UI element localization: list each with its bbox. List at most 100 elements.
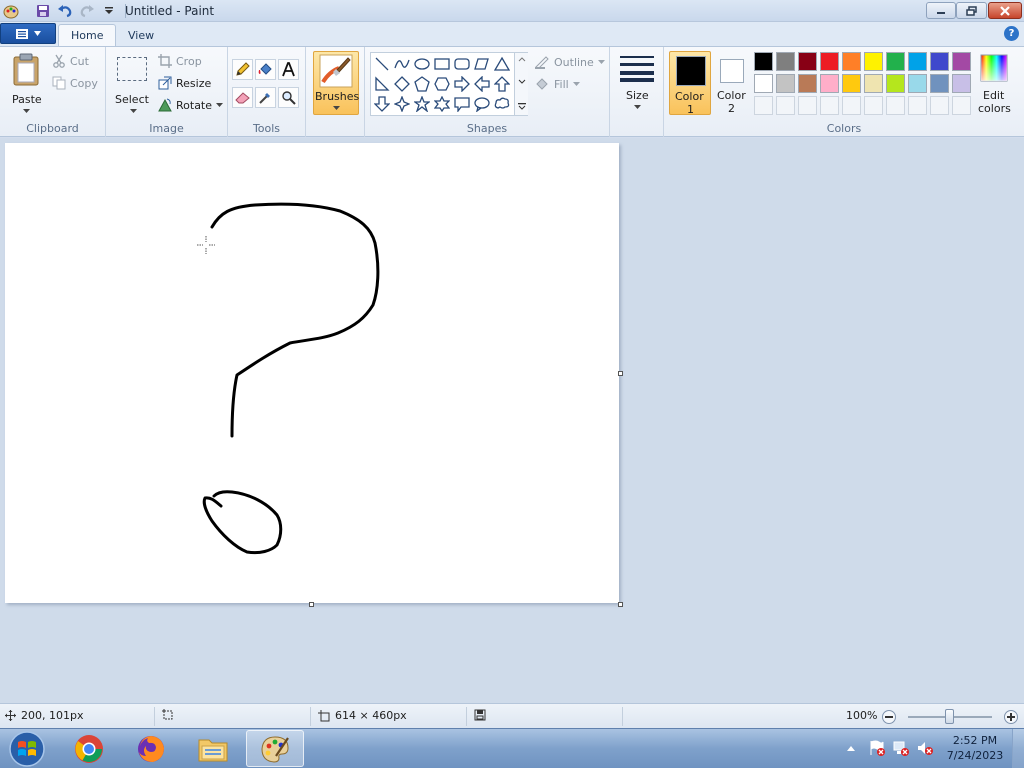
- palette-swatch[interactable]: [952, 74, 971, 93]
- six-point-star-shape-icon[interactable]: [432, 94, 452, 114]
- color1-button[interactable]: Color 1: [669, 51, 711, 116]
- tray-expand-icon[interactable]: [846, 744, 856, 752]
- polygon-shape-icon[interactable]: [472, 54, 492, 74]
- custom-color-slot[interactable]: [776, 96, 795, 115]
- close-button[interactable]: [988, 2, 1022, 19]
- custom-color-slot[interactable]: [952, 96, 971, 115]
- palette-swatch[interactable]: [908, 52, 927, 71]
- custom-color-slot[interactable]: [798, 96, 817, 115]
- custom-color-slot[interactable]: [886, 96, 905, 115]
- pentagon-shape-icon[interactable]: [412, 74, 432, 94]
- right-triangle-shape-icon[interactable]: [372, 74, 392, 94]
- palette-swatch[interactable]: [798, 52, 817, 71]
- palette-swatch[interactable]: [820, 74, 839, 93]
- rotate-button[interactable]: Rotate: [158, 95, 224, 115]
- palette-swatch[interactable]: [776, 52, 795, 71]
- paste-button[interactable]: Paste: [6, 51, 48, 117]
- palette-swatch[interactable]: [842, 74, 861, 93]
- zoom-in-button[interactable]: [1004, 710, 1018, 724]
- custom-color-slot[interactable]: [908, 96, 927, 115]
- diamond-shape-icon[interactable]: [392, 74, 412, 94]
- paint-app-icon[interactable]: [3, 3, 19, 19]
- eraser-icon[interactable]: [232, 87, 253, 108]
- rectangle-callout-shape-icon[interactable]: [452, 94, 472, 114]
- color2-button[interactable]: Color 2: [713, 51, 751, 115]
- resize-handle-bottom[interactable]: [309, 602, 314, 607]
- network-icon[interactable]: [892, 739, 910, 757]
- outline-button[interactable]: Outline: [534, 52, 605, 72]
- custom-color-slot[interactable]: [864, 96, 883, 115]
- shapes-scrollbar[interactable]: [514, 53, 528, 115]
- rounded-rectangle-shape-icon[interactable]: [452, 54, 472, 74]
- save-icon[interactable]: [34, 2, 52, 20]
- oval-shape-icon[interactable]: [412, 54, 432, 74]
- zoom-out-button[interactable]: [882, 710, 896, 724]
- resize-handle-corner[interactable]: [618, 602, 623, 607]
- system-clock[interactable]: 2:52 PM 7/24/2023: [940, 733, 1010, 763]
- palette-swatch[interactable]: [842, 52, 861, 71]
- resize-button[interactable]: Resize: [158, 73, 211, 93]
- taskbar-firefox[interactable]: [122, 730, 180, 767]
- five-point-star-shape-icon[interactable]: [412, 94, 432, 114]
- up-arrow-shape-icon[interactable]: [492, 74, 512, 94]
- resize-handle-right[interactable]: [618, 371, 623, 376]
- customize-toolbar-icon[interactable]: [100, 2, 118, 20]
- redo-icon[interactable]: [78, 2, 96, 20]
- cloud-callout-shape-icon[interactable]: [492, 94, 512, 114]
- palette-swatch[interactable]: [886, 74, 905, 93]
- restore-button[interactable]: [956, 2, 987, 19]
- oval-callout-shape-icon[interactable]: [472, 94, 492, 114]
- crop-button[interactable]: Crop: [158, 51, 202, 71]
- palette-swatch[interactable]: [798, 74, 817, 93]
- four-point-star-shape-icon[interactable]: [392, 94, 412, 114]
- help-icon[interactable]: ?: [1004, 26, 1019, 41]
- fill-bucket-icon[interactable]: [255, 59, 276, 80]
- color-picker-icon[interactable]: [255, 87, 276, 108]
- palette-swatch[interactable]: [776, 74, 795, 93]
- curve-shape-icon[interactable]: [392, 54, 412, 74]
- select-button[interactable]: Select: [112, 51, 156, 117]
- magnifier-icon[interactable]: [278, 87, 299, 108]
- paint-menu-button[interactable]: [0, 23, 56, 44]
- show-desktop-button[interactable]: [1012, 729, 1024, 768]
- palette-swatch[interactable]: [908, 74, 927, 93]
- custom-color-slot[interactable]: [754, 96, 773, 115]
- tab-home[interactable]: Home: [58, 24, 117, 46]
- left-arrow-shape-icon[interactable]: [472, 74, 492, 94]
- taskbar-paint[interactable]: [246, 730, 304, 767]
- undo-icon[interactable]: [56, 2, 74, 20]
- text-tool-icon[interactable]: [278, 59, 299, 80]
- palette-swatch[interactable]: [754, 52, 773, 71]
- zoom-slider-thumb[interactable]: [945, 709, 954, 724]
- palette-swatch[interactable]: [930, 74, 949, 93]
- hexagon-shape-icon[interactable]: [432, 74, 452, 94]
- palette-swatch[interactable]: [864, 52, 883, 71]
- drawing-canvas[interactable]: [5, 143, 619, 603]
- brushes-button[interactable]: Brushes: [313, 51, 359, 115]
- cut-button[interactable]: Cut: [52, 51, 89, 71]
- triangle-shape-icon[interactable]: [492, 54, 512, 74]
- copy-button[interactable]: Copy: [52, 73, 98, 93]
- fill-button[interactable]: Fill: [534, 74, 580, 94]
- palette-swatch[interactable]: [930, 52, 949, 71]
- tab-view[interactable]: View: [116, 24, 166, 46]
- edit-colors-button[interactable]: Edit colors: [976, 51, 1012, 115]
- palette-swatch[interactable]: [864, 74, 883, 93]
- custom-color-slot[interactable]: [842, 96, 861, 115]
- start-button[interactable]: [4, 730, 50, 768]
- pencil-icon[interactable]: [232, 59, 253, 80]
- palette-swatch[interactable]: [886, 52, 905, 71]
- action-center-flag-icon[interactable]: [868, 739, 886, 757]
- custom-color-slot[interactable]: [820, 96, 839, 115]
- minimize-button[interactable]: [926, 2, 956, 19]
- taskbar-explorer[interactable]: [184, 730, 242, 767]
- line-shape-icon[interactable]: [372, 54, 392, 74]
- taskbar-chrome[interactable]: [60, 730, 118, 767]
- palette-swatch[interactable]: [820, 52, 839, 71]
- down-arrow-shape-icon[interactable]: [372, 94, 392, 114]
- volume-muted-icon[interactable]: [916, 739, 934, 757]
- size-button[interactable]: Size: [616, 51, 658, 115]
- custom-color-slot[interactable]: [930, 96, 949, 115]
- right-arrow-shape-icon[interactable]: [452, 74, 472, 94]
- rectangle-shape-icon[interactable]: [432, 54, 452, 74]
